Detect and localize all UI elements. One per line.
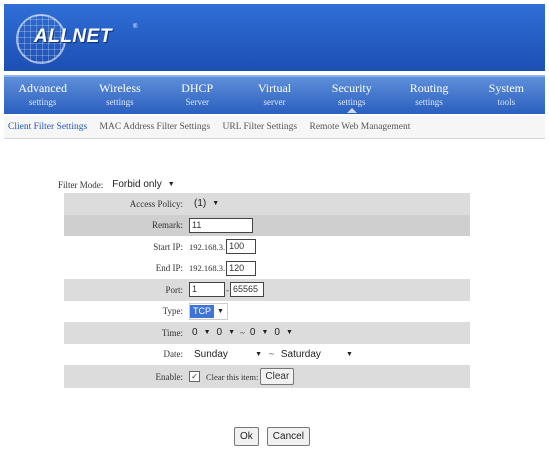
subnav-remote-web-management[interactable]: Remote Web Management [309,122,410,132]
enable-label: Enable: [155,371,184,382]
dropdown-arrow-icon: ▼ [261,329,269,337]
start-ip-prefix: 192.168.3. [189,241,226,252]
nav-sublabel: settings [28,97,57,107]
date-from-select[interactable]: Sunday ▼ [189,345,267,363]
registered-mark: ® [133,24,138,30]
brand-name: ALLNET [34,26,112,47]
dropdown-arrow-icon: ▼ [345,350,353,358]
nav-advanced-settings[interactable]: Advanced settings [4,77,81,114]
access-policy-value: (1) [194,198,207,210]
filter-mode-select[interactable]: Forbid only ▼ [107,176,180,193]
nav-sublabel: Server [185,97,209,107]
port-to-input[interactable]: 65565 [230,282,264,298]
sub-nav: Client Filter Settings MAC Address Filte… [4,116,545,139]
start-ip-label: Start IP: [153,241,183,252]
filter-mode-row: Filter Mode: Forbid only ▼ [58,176,180,193]
nav-security-settings[interactable]: Security settings [313,77,390,114]
enable-row: Enable: ✓ Clear this item: Clear [64,365,470,388]
end-ip-row: End IP: 192.168.3. 120 [64,258,470,280]
main-nav: Advanced settings Wireless settings DHCP… [4,75,545,114]
filter-mode-label: Filter Mode: [58,179,104,190]
nav-sublabel: tools [497,97,516,107]
remark-input[interactable]: 11 [189,217,253,233]
access-policy-row: Access Policy: (1) ▼ [64,193,470,215]
enable-checkbox[interactable]: ✓ [189,371,200,382]
nav-label: DHCP [181,81,214,95]
time-separator: ~ [240,327,245,338]
access-policy-select[interactable]: (1) ▼ [189,195,224,212]
start-ip-row: Start IP: 192.168.3. 100 [64,236,470,258]
type-select[interactable]: TCP ▼ [189,302,228,320]
nav-virtual-server[interactable]: Virtual server [236,77,313,114]
clear-item-label: Clear this item: [206,371,259,382]
time-row: Time: 0 ▼ 0 ▼ ~ 0 ▼ 0 ▼ [64,322,470,344]
filter-mode-value: Forbid only [112,179,162,190]
date-separator: ~ [269,349,274,360]
dropdown-arrow-icon: ▼ [167,181,175,188]
date-from-value: Sunday [194,348,228,360]
form-actions: Ok Cancel [234,427,310,446]
time-end-minute-select[interactable]: 0 ▼ [271,324,296,341]
time-start-hour-select[interactable]: 0 ▼ [189,324,214,341]
nav-label: Wireless [99,81,141,95]
dropdown-arrow-icon: ▼ [217,307,224,315]
allnet-logo: ALLNET ® [16,14,138,64]
end-ip-prefix: 192.168.3. [189,263,226,274]
time-label: Time: [161,327,183,338]
time-end-hour-value: 0 [249,327,256,339]
dropdown-arrow-icon: ▼ [203,329,211,337]
nav-label: Virtual [257,81,292,95]
port-label: Port: [165,284,183,295]
date-to-value: Saturday [280,348,321,360]
port-row: Port: 1 - 65565 [64,279,470,301]
nav-wireless-settings[interactable]: Wireless settings [81,77,158,114]
remark-label: Remark: [152,220,183,231]
dropdown-arrow-icon: ▼ [255,350,262,358]
nav-sublabel: server [263,97,286,107]
cancel-button[interactable]: Cancel [266,427,310,446]
nav-label: Advanced [18,81,67,95]
type-row: Type: TCP ▼ [64,301,470,323]
port-from-input[interactable]: 1 [189,282,225,298]
nav-system-tools[interactable]: System tools [468,77,545,114]
dropdown-arrow-icon: ▼ [285,329,293,337]
subnav-url-filter[interactable]: URL Filter Settings [223,122,298,132]
time-end-minute-value: 0 [274,327,280,339]
type-label: Type: [162,306,183,317]
nav-label: System [488,81,524,95]
subnav-client-filter[interactable]: Client Filter Settings [8,122,87,132]
date-label: Date: [163,349,184,360]
nav-sublabel: settings [415,97,443,107]
time-start-minute-select[interactable]: 0 ▼ [214,324,239,341]
time-start-minute-value: 0 [216,327,223,339]
start-ip-input[interactable]: 100 [226,239,257,255]
nav-label: Routing [409,81,449,95]
end-ip-input[interactable]: 120 [226,260,257,276]
nav-routing-settings[interactable]: Routing settings [390,77,467,114]
nav-sublabel: settings [106,97,134,107]
clear-button[interactable]: Clear [260,368,295,385]
port-separator: - [226,284,229,295]
dropdown-arrow-icon: ▼ [212,200,220,208]
date-row: Date: Sunday ▼ ~ Saturday ▼ [64,344,470,366]
header-banner: ALLNET ® [4,4,545,71]
end-ip-label: End IP: [155,263,183,274]
nav-dhcp-server[interactable]: DHCP Server [159,77,236,114]
time-end-hour-select[interactable]: 0 ▼ [247,324,272,341]
nav-label: Security [331,81,372,95]
dropdown-arrow-icon: ▼ [228,329,235,337]
ok-button[interactable]: Ok [234,427,259,446]
client-filter-form: Access Policy: (1) ▼ Remark: 11 Start IP… [64,193,470,388]
time-start-hour-value: 0 [192,327,198,339]
type-value: TCP [190,304,214,318]
remark-row: Remark: 11 [64,214,470,236]
date-to-select[interactable]: Saturday ▼ [275,345,358,363]
subnav-mac-filter[interactable]: MAC Address Filter Settings [100,122,211,132]
access-policy-label: Access Policy: [129,198,183,209]
nav-sublabel: settings [338,97,366,107]
